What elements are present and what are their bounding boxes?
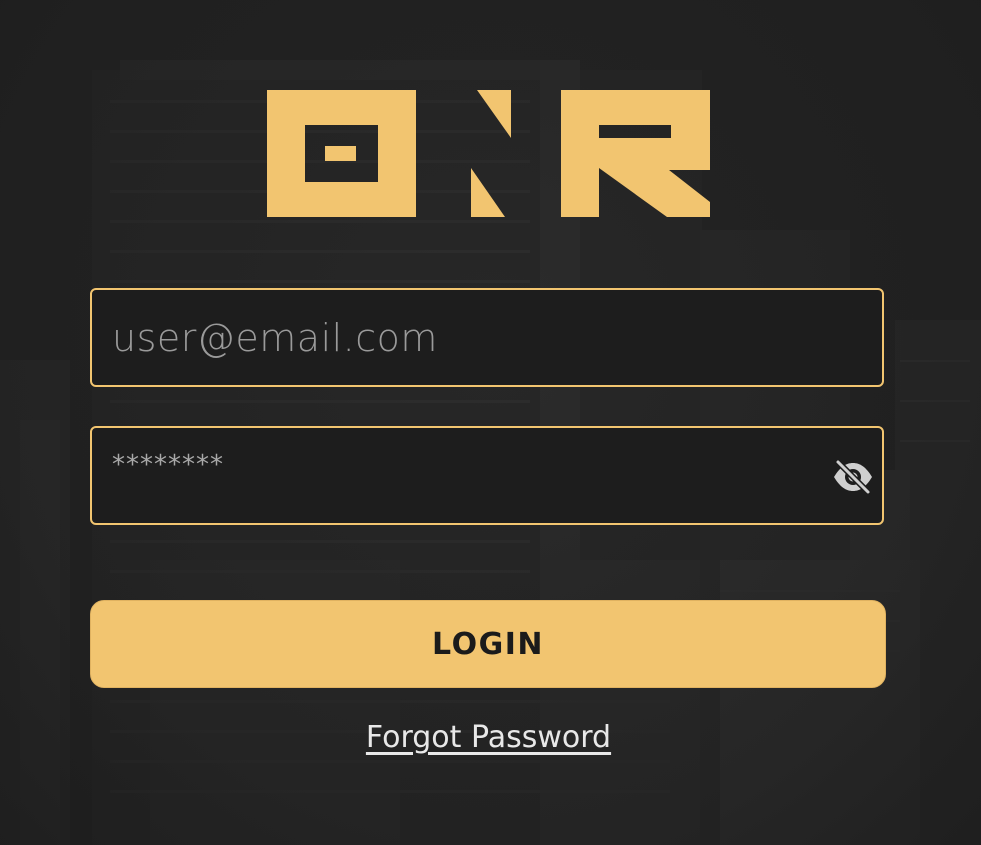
eye-off-icon[interactable] [832,459,874,495]
onr-logo [267,90,710,217]
password-field[interactable]: ******** [90,426,884,525]
login-button-label: LOGIN [432,626,544,662]
email-field[interactable]: user@email.com [90,288,884,387]
login-button[interactable]: LOGIN [90,600,886,688]
password-masked-value: ******** [112,450,224,480]
email-placeholder: user@email.com [112,316,438,360]
login-screen: user@email.com ******** LOGIN Forgot Pas… [0,0,981,845]
forgot-password-link[interactable]: Forgot Password [0,720,977,755]
